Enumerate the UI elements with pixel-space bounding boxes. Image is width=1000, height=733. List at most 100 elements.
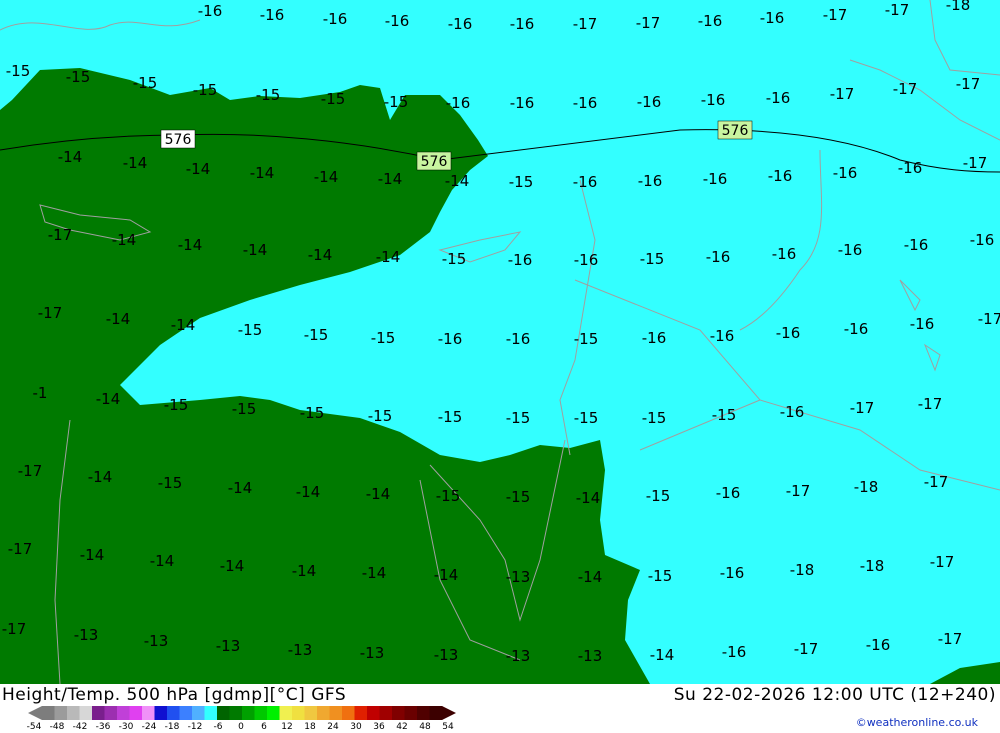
height-label-text: 576 (421, 154, 448, 170)
temperature-label: -15 (158, 474, 183, 492)
temperature-label: -13 (360, 644, 385, 662)
temperature-label: -15 (438, 408, 463, 426)
temperature-label: -17 (2, 620, 27, 638)
scale-tick-label: -24 (141, 722, 157, 732)
scale-arrow-right (442, 706, 456, 720)
scale-tick-label: 30 (350, 722, 362, 732)
temperature-label: -16 (844, 320, 869, 338)
temperature-label: -14 (362, 564, 387, 582)
temperature-label: -13 (506, 647, 531, 665)
scale-swatch (392, 706, 405, 720)
height-label-2: 576 (416, 151, 452, 171)
credit-link[interactable]: ©weatheronline.co.uk (856, 716, 978, 729)
temperature-label: -15 (506, 488, 531, 506)
temperature-label: -16 (706, 248, 731, 266)
scale-swatch (154, 706, 168, 720)
temperature-label: -15 (436, 487, 461, 505)
scale-swatch (117, 706, 130, 720)
scale-swatch (342, 706, 355, 720)
temperature-label: -18 (854, 478, 879, 496)
scale-swatch (192, 706, 205, 720)
scale-tick-label: -54 (26, 722, 42, 732)
scale-tick-label: 54 (442, 722, 454, 732)
temperature-label: -18 (946, 0, 971, 14)
scale-swatch (417, 706, 430, 720)
temperature-label: -13 (434, 646, 459, 664)
temperature-label: -14 (123, 154, 148, 172)
temperature-label: -17 (938, 630, 963, 648)
temperature-label: -15 (506, 409, 531, 427)
temperature-label: -16 (508, 251, 533, 269)
scale-swatch (379, 706, 393, 720)
temperature-label: -16 (323, 10, 348, 28)
temperature-label: -17 (830, 85, 855, 103)
temperature-label: -16 (198, 2, 223, 20)
scale-tick-label: -42 (72, 722, 88, 732)
temperature-label: -15 (6, 62, 31, 80)
temperature-label: -14 (186, 160, 211, 178)
temperature-label: -16 (573, 173, 598, 191)
temperature-label: -15 (66, 68, 91, 86)
temperature-label: -17 (918, 395, 943, 413)
temperature-label: -14 (434, 566, 459, 584)
temperature-label: -17 (850, 399, 875, 417)
scale-tick-label: -6 (213, 722, 223, 732)
temperature-label: -17 (786, 482, 811, 500)
temperature-label: -17 (885, 1, 910, 19)
product-title: Height/Temp. 500 hPa [gdmp][°C] GFS (2, 685, 347, 705)
scale-tick-label: 6 (261, 722, 267, 732)
temperature-label: -17 (573, 15, 598, 33)
temperature-label: -16 (833, 164, 858, 182)
temperature-label: -16 (446, 94, 471, 112)
temperature-label: -14 (296, 483, 321, 501)
weather-map-view: 576 576 576 -16 -16 -16 -16 -16 -16 -17 -17 -16-… (0, 0, 1000, 733)
temperature-label: -15 (648, 567, 673, 585)
scale-tick-label: 12 (281, 722, 293, 732)
temperature-label: -16 (766, 89, 791, 107)
scale-swatch (367, 706, 380, 720)
temperature-label: -17 (930, 553, 955, 571)
temperature-label: -14 (376, 248, 401, 266)
scale-tick-label: 36 (373, 722, 385, 732)
temperature-label: -17 (8, 540, 33, 558)
scale-swatch (229, 706, 243, 720)
temperature-label: -15 (712, 406, 737, 424)
temperature-label: -16 (780, 403, 805, 421)
temperature-label: -14 (96, 390, 121, 408)
temperature-label: -17 (48, 226, 73, 244)
temperature-label: -17 (794, 640, 819, 658)
temperature-label: -13 (506, 568, 531, 586)
temperature-label: -14 (80, 546, 105, 564)
temperature-label: -15 (133, 74, 158, 92)
temperature-label: -13 (578, 647, 603, 665)
temperature-label: -14 (292, 562, 317, 580)
temperature-label: -14 (88, 468, 113, 486)
temperature-label: -15 (238, 321, 263, 339)
temperature-label: -17 (636, 14, 661, 32)
scale-swatch (217, 706, 230, 720)
temperature-label: -16 (637, 93, 662, 111)
temperature-label: -14 (250, 164, 275, 182)
temperature-label: -15 (321, 90, 346, 108)
scale-swatch (42, 706, 55, 720)
height-label-text: 576 (722, 123, 749, 139)
temperature-label: -16 (510, 94, 535, 112)
scale-swatch (79, 706, 93, 720)
temperature-label: -15 (164, 396, 189, 414)
map-canvas: 576 576 576 -16 -16 -16 -16 -16 -16 -17 -17 -16 -… (0, 0, 1000, 684)
temperature-label: -16 (772, 245, 797, 263)
scale-swatch (254, 706, 268, 720)
temperature-label: -17 (956, 75, 981, 93)
temperature-label: -17 (18, 462, 43, 480)
temperature-label: -17 (823, 6, 848, 24)
temperature-label: -14 (106, 310, 131, 328)
scale-tick-label: 24 (327, 722, 339, 732)
temperature-label: -17 (38, 304, 63, 322)
temperature-label: -16 (970, 231, 995, 249)
temperature-label: -16 (510, 15, 535, 33)
scale-swatch (404, 706, 418, 720)
temperature-label: -15 (442, 250, 467, 268)
scale-swatch (329, 706, 343, 720)
temperature-label: -16 (722, 643, 747, 661)
temperature-label: -14 (578, 568, 603, 586)
